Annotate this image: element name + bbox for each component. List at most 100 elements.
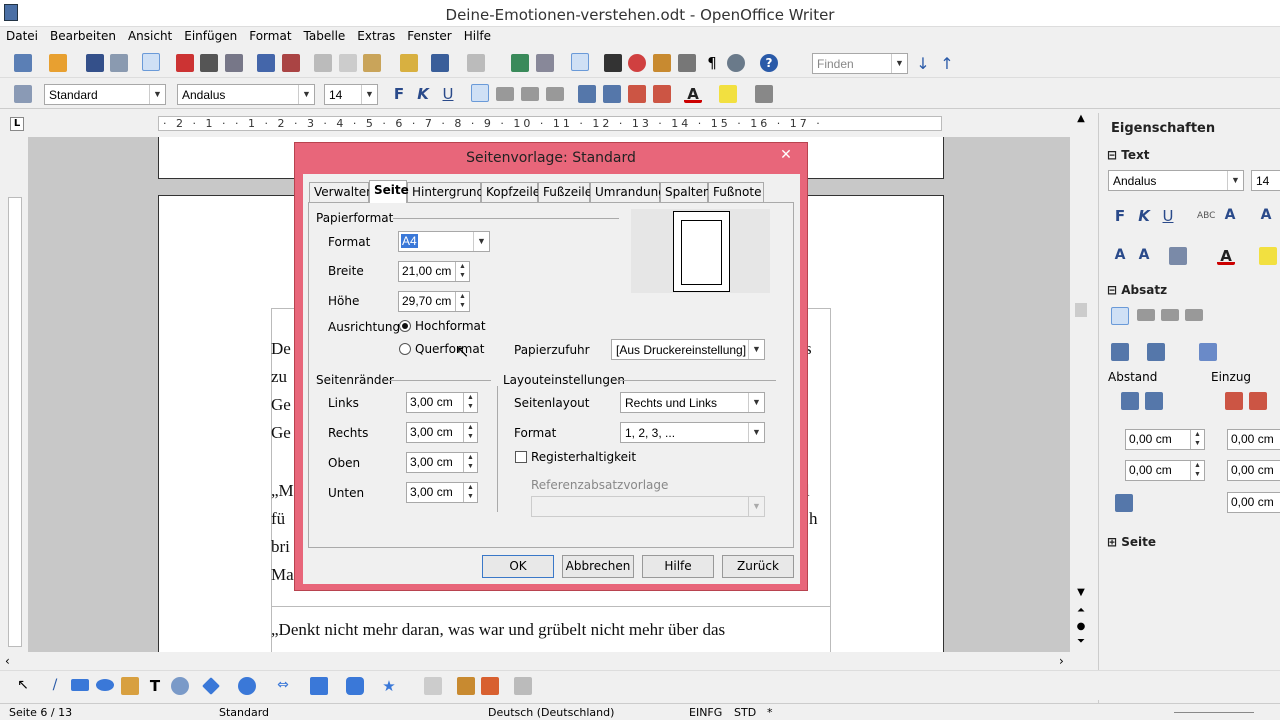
menu-datei[interactable]: Datei (0, 27, 44, 45)
paragraph-style-select[interactable]: Standard ▼ (44, 84, 166, 105)
tab-seite[interactable]: Seite (369, 180, 409, 203)
scroll-thumb[interactable] (1075, 303, 1087, 317)
increase-indent-icon[interactable] (653, 85, 671, 103)
spellcheck-icon[interactable] (257, 54, 275, 72)
vertical-scrollbar[interactable]: ▲ ▼ ⏶ ● ⏷ (1072, 113, 1090, 653)
font-name-select[interactable]: Andalus ▼ (177, 84, 315, 105)
italic-icon[interactable]: K (1135, 207, 1153, 225)
registerhaltigkeit-label[interactable]: Registerhaltigkeit (531, 450, 636, 464)
chevron-down-icon[interactable]: ▼ (748, 393, 764, 412)
navigation-icon[interactable]: ● (1074, 621, 1088, 635)
indent-before-field[interactable]: 0,00 cm (1227, 429, 1280, 450)
menu-hilfe[interactable]: Hilfe (458, 27, 497, 45)
open-folder-icon[interactable] (49, 54, 67, 72)
justify-icon[interactable] (546, 87, 564, 101)
styles-formatting-icon[interactable] (14, 85, 32, 103)
horizontal-scrollbar[interactable]: ‹ › (5, 652, 1070, 670)
spin-buttons[interactable]: ▲ ▼ (1190, 430, 1204, 449)
highlighting-icon[interactable] (1259, 247, 1277, 265)
points-icon[interactable] (424, 677, 442, 695)
papierzufuhr-select[interactable]: [Aus Druckereinstellung] ▼ (611, 339, 765, 360)
align-center-icon[interactable] (496, 87, 514, 101)
basic-shapes-icon[interactable] (202, 677, 220, 695)
tab-kopfzeile[interactable]: Kopfzeile (481, 182, 540, 202)
decrease-indent-icon[interactable] (628, 85, 646, 103)
ok-button[interactable]: OK (482, 555, 554, 578)
selection-mode[interactable]: STD (734, 706, 756, 719)
align-left-icon[interactable] (471, 84, 489, 102)
rechts-margin-field[interactable]: 3,00 cm ▲ ▼ (406, 422, 478, 443)
hochformat-radio[interactable] (399, 320, 411, 332)
chevron-down-icon[interactable]: ▼ (473, 232, 489, 251)
doc-line-fragment[interactable]: h (809, 509, 818, 529)
bullets-icon[interactable] (1111, 343, 1129, 361)
chevron-down-icon[interactable]: ▼ (361, 85, 377, 104)
new-document-icon[interactable] (14, 54, 32, 72)
align-right-icon[interactable] (1161, 309, 1179, 321)
increase-indent-icon[interactable] (1225, 392, 1243, 410)
doc-line[interactable]: „Denkt nicht mehr daran, was war und grü… (271, 620, 725, 640)
menu-format[interactable]: Format (243, 27, 297, 45)
hyperlink-icon[interactable] (511, 54, 529, 72)
chevron-down-icon[interactable]: ▼ (748, 497, 764, 516)
cut-icon[interactable] (314, 54, 332, 72)
copy-icon[interactable] (339, 54, 357, 72)
first-line-indent-field[interactable]: 0,00 cm (1227, 492, 1280, 513)
spin-buttons[interactable]: ▲ ▼ (463, 453, 477, 472)
unten-margin-field[interactable]: 3,00 cm ▲ ▼ (406, 482, 478, 503)
previous-page-icon[interactable]: ⏶ (1074, 605, 1088, 619)
find-replace-icon[interactable] (604, 54, 622, 72)
language[interactable]: Deutsch (Deutschland) (488, 706, 614, 719)
doc-line[interactable]: fü (271, 509, 285, 529)
callouts-icon[interactable] (346, 677, 364, 695)
scroll-right-icon[interactable]: › (1059, 654, 1064, 668)
hilfe-button[interactable]: Hilfe (642, 555, 714, 578)
navigator-icon[interactable] (628, 54, 646, 72)
bold-icon[interactable]: F (390, 85, 408, 103)
referenzabsatzvorlage-select[interactable]: ▼ (531, 496, 765, 517)
menu-extras[interactable]: Extras (351, 27, 401, 45)
spin-buttons[interactable]: ▲ ▼ (455, 292, 469, 311)
increase-spacing-icon[interactable] (1121, 392, 1139, 410)
sidebar-size-select[interactable]: 14 (1251, 170, 1280, 191)
sidebar-font-select[interactable]: Andalus ▼ (1108, 170, 1244, 191)
find-input[interactable]: Finden ▼ (812, 53, 908, 74)
menu-tabelle[interactable]: Tabelle (298, 27, 352, 45)
spin-buttons[interactable]: ▲ ▼ (463, 483, 477, 502)
bold-icon[interactable]: F (1111, 207, 1129, 225)
formatting-marks-icon[interactable]: ¶ (703, 54, 721, 72)
strikethrough-icon[interactable]: ABC (1197, 207, 1215, 225)
show-draw-functions-icon[interactable] (571, 53, 589, 71)
align-right-icon[interactable] (521, 87, 539, 101)
from-file-icon[interactable] (457, 677, 475, 695)
print-preview-icon[interactable] (225, 54, 243, 72)
chevron-down-icon[interactable]: ▼ (748, 423, 764, 442)
vertical-ruler[interactable] (5, 137, 25, 652)
select-icon[interactable]: ↖ (14, 677, 32, 695)
numbering-icon[interactable] (578, 85, 596, 103)
page-count[interactable]: Seite 6 / 13 (9, 706, 72, 719)
scroll-up-icon[interactable]: ▲ (1074, 113, 1088, 127)
seite-section-header[interactable]: ⊞ Seite (1107, 535, 1156, 549)
hochformat-label[interactable]: Hochformat (415, 319, 486, 333)
chevron-down-icon[interactable]: ▼ (891, 54, 907, 73)
querformat-label[interactable]: Querformat (415, 342, 484, 356)
spin-buttons[interactable]: ▲ ▼ (1190, 461, 1204, 480)
edit-mode-icon[interactable] (142, 53, 160, 71)
case-icon[interactable] (1169, 247, 1187, 265)
chevron-down-icon[interactable]: ▼ (748, 340, 764, 359)
table-icon[interactable] (536, 54, 554, 72)
absatz-section-header[interactable]: ⊟ Absatz (1107, 283, 1167, 297)
page-style[interactable]: Standard (219, 706, 269, 719)
data-sources-icon[interactable] (678, 54, 696, 72)
highlighting-icon[interactable] (719, 85, 737, 103)
doc-line[interactable]: bri (271, 537, 290, 557)
ellipse-icon[interactable] (96, 679, 114, 691)
tab-umrandung[interactable]: Umrandung (590, 182, 666, 202)
tab-verwalten[interactable]: Verwalten (309, 182, 374, 202)
italic-icon[interactable]: K (414, 85, 432, 103)
menu-fenster[interactable]: Fenster (401, 27, 458, 45)
bullets-icon[interactable] (603, 85, 621, 103)
spacing-below-field[interactable]: 0,00 cm ▲ ▼ (1125, 460, 1205, 481)
scroll-left-icon[interactable]: ‹ (5, 654, 10, 668)
